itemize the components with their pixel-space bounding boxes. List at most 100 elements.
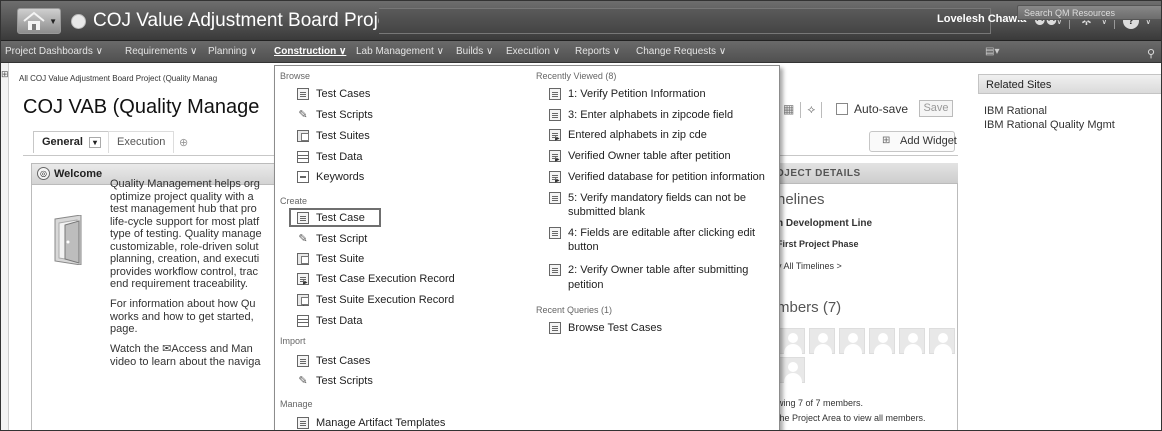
related-sites-header: Related Sites xyxy=(978,74,1161,94)
test-case-icon xyxy=(297,212,309,224)
add-widget-button[interactable]: ⊞ Add Widget xyxy=(869,131,957,152)
test-suite-icon xyxy=(297,253,309,265)
test-case-icon xyxy=(549,227,561,239)
recent-item[interactable]: Verified database for petition informati… xyxy=(549,171,765,188)
avatar[interactable] xyxy=(929,328,955,354)
recently-viewed-label: Recently Viewed (8) xyxy=(536,71,617,81)
recent-item[interactable]: 1: Verify Petition Information xyxy=(549,88,706,101)
keyword-icon xyxy=(297,171,309,183)
development-line-link[interactable]: n Development Line xyxy=(777,218,872,229)
avatar[interactable] xyxy=(779,357,805,383)
link-icon[interactable]: ⟡ xyxy=(807,102,815,116)
search-icon[interactable]: ⚲ xyxy=(1147,47,1155,60)
execution-result-icon xyxy=(549,129,561,146)
test-script-icon: ✎ xyxy=(298,233,308,245)
menu-requirements[interactable]: Requirements ∨ xyxy=(125,46,197,57)
create-test-case[interactable]: Test Case xyxy=(297,212,365,225)
recent-item[interactable]: 3: Enter alphabets in zipcode field xyxy=(549,109,733,122)
avatar[interactable] xyxy=(869,328,895,354)
recent-item-continued[interactable]: petition xyxy=(568,279,603,292)
recent-item[interactable]: 4: Fields are editable after clicking ed… xyxy=(549,227,755,240)
project-area-note: the Project Area to view all members. xyxy=(777,413,926,423)
home-button[interactable]: ▼ xyxy=(17,8,61,34)
create-test-suite-execution-record[interactable]: Test Suite Execution Record xyxy=(297,294,454,311)
suite-execution-record-icon xyxy=(297,294,309,311)
recent-item-continued[interactable]: button xyxy=(568,241,599,254)
query-icon xyxy=(549,322,561,334)
related-site-link[interactable]: IBM Rational Quality Mgmt xyxy=(984,119,1115,131)
members-heading: mbers (7) xyxy=(777,299,842,316)
search-box[interactable] xyxy=(1017,5,1161,20)
related-sites-widget: Related Sites IBM Rational IBM Rational … xyxy=(978,74,1161,430)
create-test-script[interactable]: ✎ Test Script xyxy=(298,233,367,246)
qm-window: ▼ COJ Value Adjustment Board Project (Qu… xyxy=(0,0,1162,431)
menu-lab-management[interactable]: Lab Management ∨ xyxy=(356,46,444,57)
browse-test-cases[interactable]: Test Cases xyxy=(297,88,370,101)
avatar[interactable] xyxy=(899,328,925,354)
menu-project-dashboards[interactable]: Project Dashboards ∨ xyxy=(5,46,103,57)
test-case-icon xyxy=(549,264,561,276)
widget-menu-icon[interactable]: ◎ xyxy=(37,167,50,180)
tab-general[interactable]: General ▾ xyxy=(33,131,110,153)
manage-artifact-templates[interactable]: Manage Artifact Templates xyxy=(297,417,445,430)
menu-builds[interactable]: Builds ∨ xyxy=(456,46,493,57)
template-icon xyxy=(297,417,309,429)
menu-construction[interactable]: Construction ∨ xyxy=(274,46,346,57)
door-illustration-icon xyxy=(54,215,82,265)
import-test-cases[interactable]: Test Cases xyxy=(297,355,370,368)
recent-item[interactable]: 5: Verify mandatory fields can not be xyxy=(549,192,746,205)
menu-execution[interactable]: Execution ∨ xyxy=(506,46,560,57)
project-icon xyxy=(71,14,86,29)
project-phase[interactable]: First Project Phase xyxy=(777,239,859,249)
test-data-icon xyxy=(297,151,309,163)
recent-item[interactable]: Entered alphabets in zip cde xyxy=(549,129,707,146)
clipboard-icon[interactable]: ▦ xyxy=(783,102,794,116)
resource-type-icon[interactable]: ▤▾ xyxy=(985,46,999,57)
left-collapse-strip[interactable] xyxy=(1,63,9,430)
view-all-timelines-link[interactable]: v All Timelines > xyxy=(777,261,842,271)
create-test-suite[interactable]: Test Suite xyxy=(297,253,364,266)
browse-test-suites[interactable]: Test Suites xyxy=(297,130,370,143)
recent-item[interactable]: Verified Owner table after petition xyxy=(549,150,731,167)
avatar[interactable] xyxy=(779,328,805,354)
menu-change-requests[interactable]: Change Requests ∨ xyxy=(636,46,726,57)
recent-query-item[interactable]: Browse Test Cases xyxy=(549,322,662,335)
recent-item-continued[interactable]: submitted blank xyxy=(568,206,645,219)
chevron-down-icon[interactable]: ▾ xyxy=(88,137,101,148)
search-input[interactable] xyxy=(1024,7,1142,19)
test-case-icon xyxy=(297,88,309,100)
menu-reports[interactable]: Reports ∨ xyxy=(575,46,620,57)
save-button[interactable]: Save xyxy=(919,100,953,117)
avatar[interactable] xyxy=(839,328,865,354)
chevron-down-icon: ▼ xyxy=(49,17,57,26)
test-case-icon xyxy=(549,192,561,204)
project-details-header[interactable]: OJECT DETAILS xyxy=(776,163,958,184)
test-case-icon xyxy=(297,355,309,367)
create-test-case-execution-record[interactable]: Test Case Execution Record xyxy=(297,273,455,290)
autosave-checkbox[interactable] xyxy=(836,103,848,115)
recent-queries-label: Recent Queries (1) xyxy=(536,305,613,315)
tab-execution[interactable]: Execution xyxy=(108,131,175,153)
recent-item[interactable]: 2: Verify Owner table after submitting xyxy=(549,264,748,277)
browse-test-scripts[interactable]: ✎ Test Scripts xyxy=(298,109,372,122)
related-site-link[interactable]: IBM Rational xyxy=(984,105,1047,117)
browse-keywords[interactable]: Keywords xyxy=(297,171,364,184)
menu-planning[interactable]: Planning ∨ xyxy=(208,46,257,57)
add-tab-icon[interactable]: ⊕ xyxy=(179,136,188,149)
create-test-data[interactable]: Test Data xyxy=(297,315,362,328)
import-test-scripts[interactable]: ✎ Test Scripts xyxy=(298,375,372,388)
page-title: COJ VAB (Quality Manage xyxy=(23,96,260,118)
test-case-icon xyxy=(549,109,561,121)
execution-record-icon xyxy=(297,273,309,290)
avatar[interactable] xyxy=(809,328,835,354)
execution-result-icon xyxy=(549,150,561,167)
grid-icon[interactable]: ⊞ xyxy=(1,69,9,80)
autosave-label: Auto-save xyxy=(854,102,909,116)
breadcrumb[interactable]: All COJ Value Adjustment Board Project (… xyxy=(19,74,217,83)
import-section-label: Import xyxy=(280,336,306,346)
manage-section-label: Manage xyxy=(280,399,313,409)
timelines-heading: nelines xyxy=(777,191,825,208)
browse-test-data[interactable]: Test Data xyxy=(297,151,362,164)
test-suite-icon xyxy=(297,130,309,142)
user-name[interactable]: Lovelesh Chawla xyxy=(937,13,1026,25)
